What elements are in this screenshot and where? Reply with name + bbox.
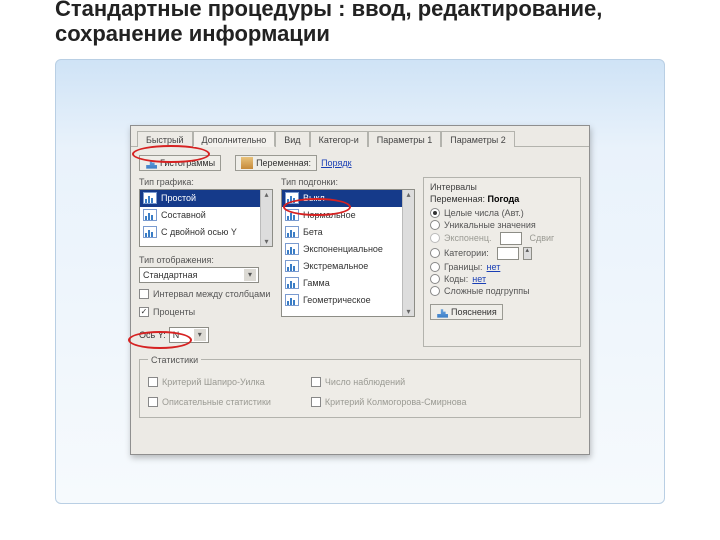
slide-panel: Быстрый Дополнительно Вид Категор-и Пара… <box>55 59 665 504</box>
variable-button[interactable]: Переменная: <box>235 155 317 171</box>
radio-categories[interactable]: Категории:▴ <box>430 247 574 260</box>
bar-icon <box>285 260 299 272</box>
chk-shapiro[interactable]: Критерий Шапиро-Уилка <box>148 375 271 389</box>
fit-type-list[interactable]: Выкл Нормальное Бета Экспоненциальное Эк… <box>281 189 415 317</box>
intervals-title: Интервалы <box>430 182 574 192</box>
variable-label: Переменная: <box>256 158 311 168</box>
dialog-body: Гистограммы Переменная: Порядк Тип графи… <box>131 147 589 456</box>
list-item[interactable]: Составной <box>140 207 272 224</box>
axis-y-combo[interactable]: N ▾ <box>169 327 209 343</box>
radio-complex[interactable]: Сложные подгруппы <box>430 286 574 296</box>
histograms-button[interactable]: Гистограммы <box>139 155 221 171</box>
axis-y-label: Ось Y: <box>139 330 166 340</box>
bar-icon <box>143 209 157 221</box>
spinner-icon[interactable]: ▴ <box>523 247 532 260</box>
chk-ks[interactable]: Критерий Колмогорова-Смирнова <box>311 395 467 409</box>
list-item[interactable]: Нормальное <box>282 207 414 224</box>
explain-button[interactable]: Пояснения <box>430 304 503 320</box>
list-item[interactable]: Бета <box>282 224 414 241</box>
tab-params1[interactable]: Параметры 1 <box>368 131 441 147</box>
variable-link[interactable]: Порядк <box>321 158 351 168</box>
intervals-var-row: Переменная: Погода <box>430 194 574 204</box>
scrollbar[interactable] <box>402 190 414 316</box>
radio-unique[interactable]: Уникальные значения <box>430 220 574 230</box>
bar-icon <box>285 209 299 221</box>
chart-type-list[interactable]: Простой Составной С двойной осью Y <box>139 189 273 247</box>
fit-type-label: Тип подгонки: <box>281 177 415 187</box>
radio-int-auto[interactable]: Целые числа (Авт.) <box>430 208 574 218</box>
display-type-combo[interactable]: Стандартная ▾ <box>139 267 259 283</box>
bar-icon <box>285 192 299 204</box>
stats-group: Статистики Критерий Шапиро-Уилка Описате… <box>139 355 581 418</box>
tab-categories[interactable]: Категор-и <box>310 131 368 147</box>
chk-nobs[interactable]: Число наблюдений <box>311 375 467 389</box>
radio-borders[interactable]: Границы: нет <box>430 262 574 272</box>
col-fit-type: Тип подгонки: Выкл Нормальное Бета Экспо… <box>281 177 415 347</box>
list-item[interactable]: Простой <box>140 190 272 207</box>
chart-type-label: Тип графика: <box>139 177 273 187</box>
col-chart-type: Тип графика: Простой Составной <box>139 177 273 347</box>
list-item[interactable]: Гамма <box>282 275 414 292</box>
tab-params2[interactable]: Параметры 2 <box>441 131 514 147</box>
checkbox-icon <box>139 289 149 299</box>
tab-view[interactable]: Вид <box>275 131 309 147</box>
bounds-input[interactable] <box>500 232 522 245</box>
chevron-down-icon: ▾ <box>194 329 206 341</box>
chevron-down-icon: ▾ <box>244 269 256 281</box>
cats-input[interactable] <box>497 247 519 260</box>
stats-legend: Статистики <box>148 355 201 365</box>
list-item[interactable]: Экстремальное <box>282 258 414 275</box>
codes-link[interactable]: нет <box>472 274 486 284</box>
display-type-label: Тип отображения: <box>139 255 273 265</box>
chk-descriptive[interactable]: Описательные статистики <box>148 395 271 409</box>
bar-icon <box>143 192 157 204</box>
chk-gap[interactable]: Интервал между столбцами <box>139 287 273 301</box>
bar-icon <box>285 226 299 238</box>
borders-link[interactable]: нет <box>487 262 501 272</box>
tab-advanced[interactable]: Дополнительно <box>193 131 276 147</box>
bar-icon <box>436 306 448 318</box>
radio-codes[interactable]: Коды: нет <box>430 274 574 284</box>
bar-icon <box>143 226 157 238</box>
radio-bounds[interactable]: Экспоненц.Сдвиг <box>430 232 574 245</box>
list-item[interactable]: Геометрическое <box>282 292 414 309</box>
chk-percents[interactable]: ✓ Проценты <box>139 305 273 319</box>
bar-icon <box>285 243 299 255</box>
scrollbar[interactable] <box>260 190 272 246</box>
tabstrip: Быстрый Дополнительно Вид Категор-и Пара… <box>131 126 589 147</box>
dialog-window: Быстрый Дополнительно Вид Категор-и Пара… <box>130 125 590 455</box>
list-item[interactable]: С двойной осью Y <box>140 224 272 241</box>
bar-icon <box>145 157 157 169</box>
bar-icon <box>285 294 299 306</box>
intervals-group: Интервалы Переменная: Погода Целые числа… <box>423 177 581 347</box>
axis-y-row: Ось Y: N ▾ <box>139 327 273 343</box>
bar-icon <box>285 277 299 289</box>
histograms-label: Гистограммы <box>160 158 215 168</box>
sheet-icon <box>241 157 253 169</box>
tab-fast[interactable]: Быстрый <box>137 131 193 147</box>
list-item[interactable]: Выкл <box>282 190 414 207</box>
checkbox-icon: ✓ <box>139 307 149 317</box>
top-row: Гистограммы Переменная: Порядк <box>139 155 581 171</box>
list-item[interactable]: Экспоненциальное <box>282 241 414 258</box>
page-title: Стандартные процедуры : ввод, редактиров… <box>0 0 720 53</box>
